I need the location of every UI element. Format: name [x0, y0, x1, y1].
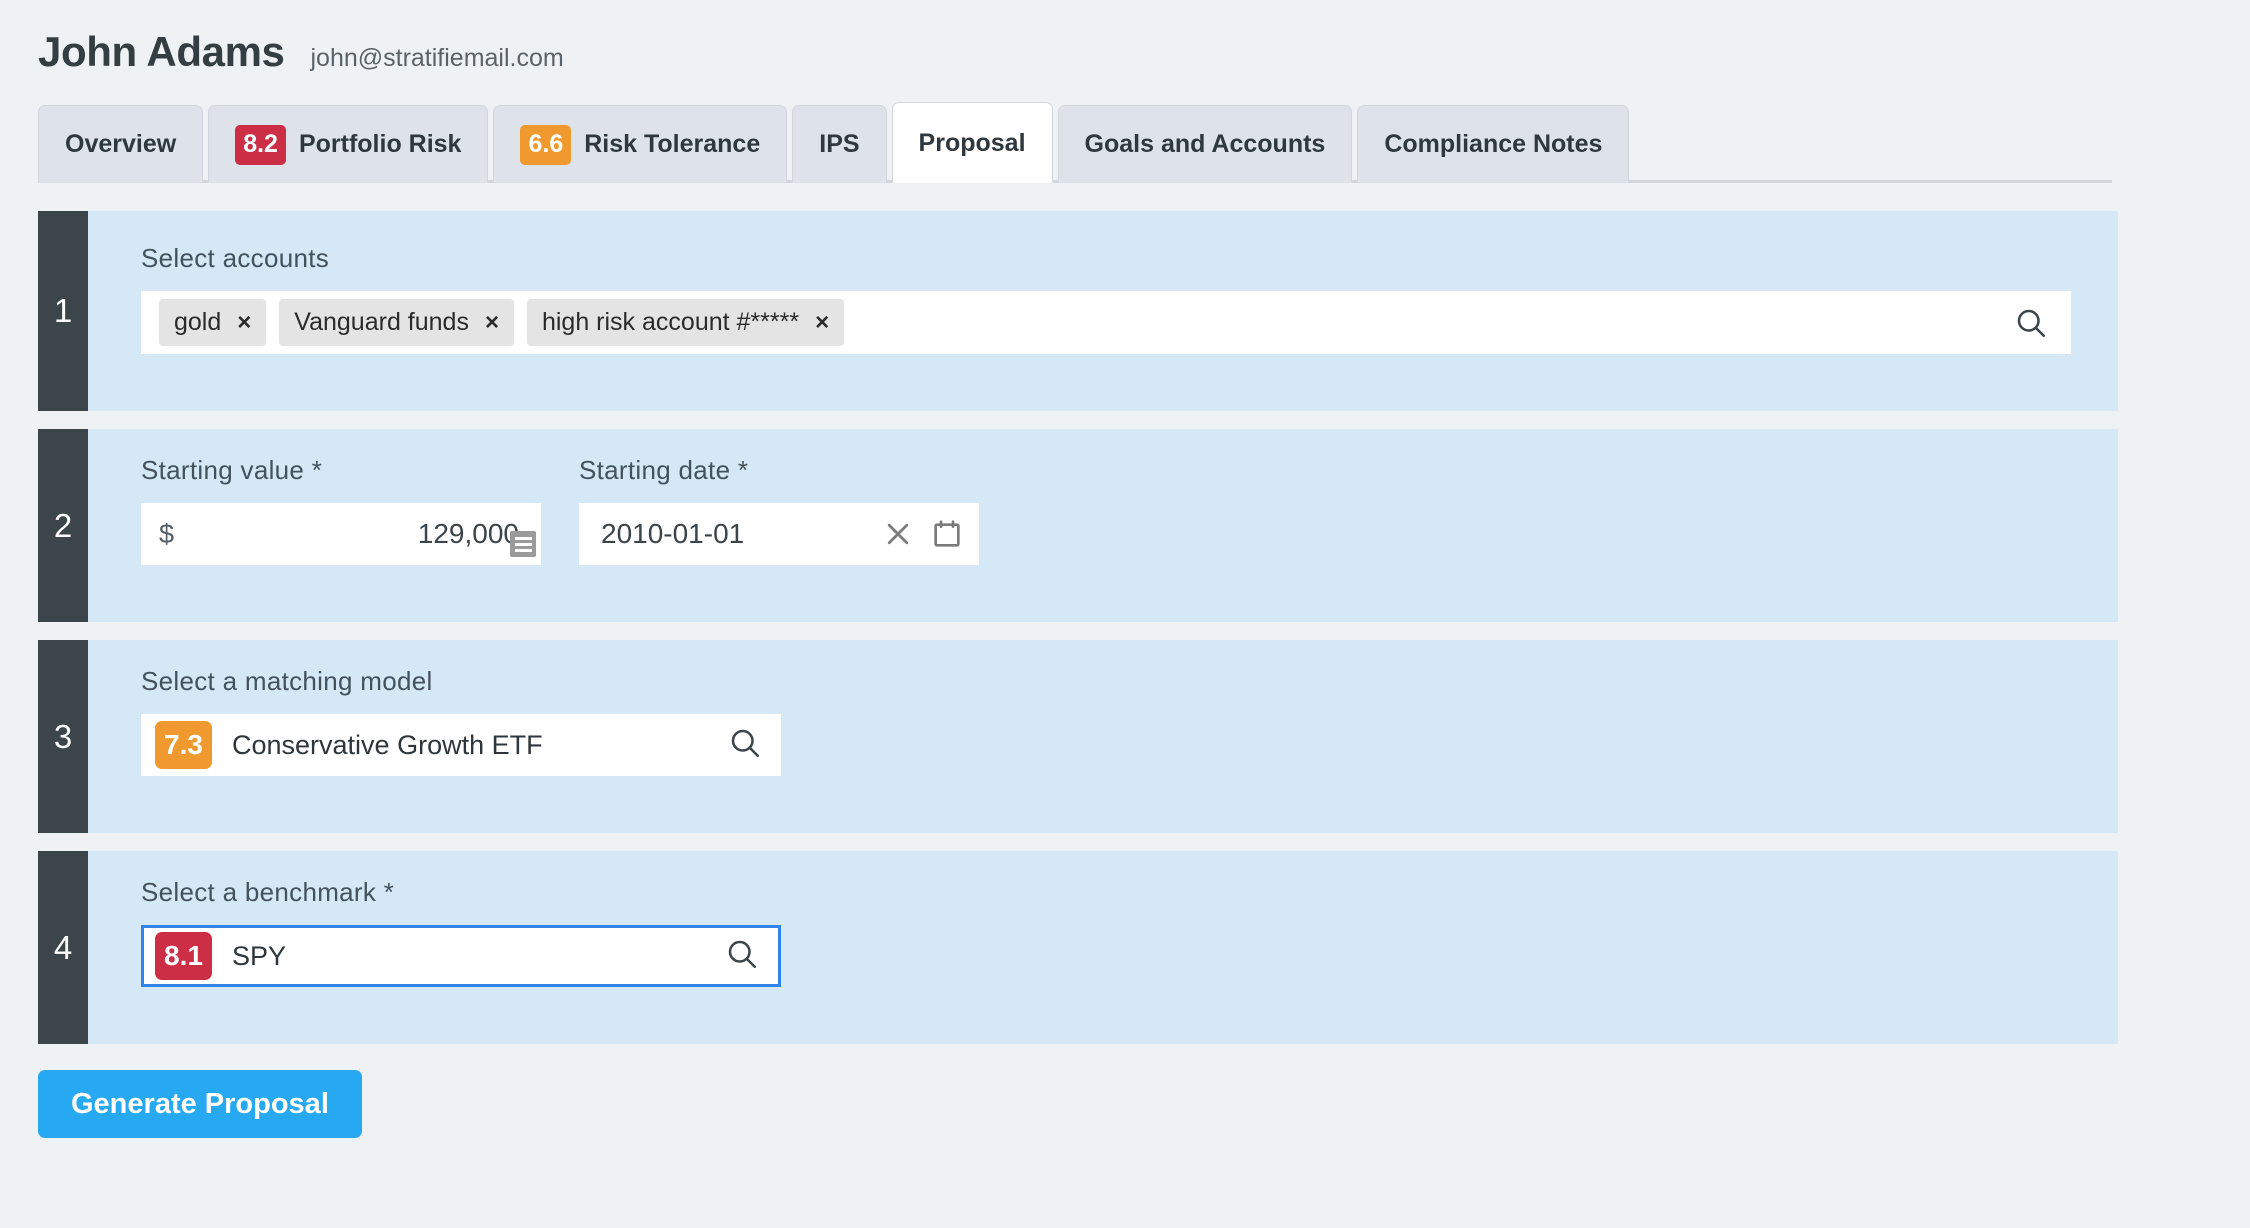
tab-goals-and-accounts[interactable]: Goals and Accounts: [1057, 105, 1353, 183]
tab-label: Risk Tolerance: [584, 130, 761, 158]
step-number: 2: [38, 429, 88, 622]
model-name-text: Conservative Growth ETF: [232, 729, 543, 760]
tab-compliance-notes[interactable]: Compliance Notes: [1357, 105, 1630, 183]
proposal-form: 1 Select accounts gold × Vanguard funds …: [0, 211, 2250, 1044]
starting-value-group: Starting value * $ 129,000: [141, 455, 541, 565]
benchmark-score-badge: 8.1: [155, 932, 212, 980]
chip-remove-icon[interactable]: ×: [485, 310, 499, 335]
tab-label: IPS: [819, 130, 860, 158]
starting-date-input[interactable]: 2010-01-01: [579, 503, 979, 565]
step-2-starting-values: 2 Starting value * $ 129,000 Starting da…: [38, 429, 2118, 622]
step-1-select-accounts: 1 Select accounts gold × Vanguard funds …: [38, 211, 2118, 411]
close-icon[interactable]: [883, 519, 913, 549]
chip-label: gold: [174, 308, 222, 336]
search-icon[interactable]: [727, 725, 763, 766]
page-title: John Adams: [38, 28, 285, 75]
step-3-select-model: 3 Select a matching model 7.3 Conservati…: [38, 640, 2118, 833]
currency-symbol: $: [159, 518, 175, 549]
accounts-multiselect-input[interactable]: gold × Vanguard funds × high risk accoun…: [141, 291, 2071, 354]
model-picker-input[interactable]: 7.3 Conservative Growth ETF: [141, 714, 781, 776]
account-chip[interactable]: gold ×: [159, 299, 267, 346]
tab-proposal[interactable]: Proposal: [891, 102, 1053, 183]
calendar-icon[interactable]: [931, 518, 963, 550]
tab-ips[interactable]: IPS: [792, 105, 887, 183]
step-number: 1: [38, 211, 88, 411]
benchmark-picker-input[interactable]: 8.1 SPY: [141, 925, 781, 987]
search-icon[interactable]: [724, 936, 760, 977]
benchmark-name-text: SPY: [232, 940, 287, 971]
step-number: 4: [38, 851, 88, 1044]
tab-overview[interactable]: Overview: [38, 105, 204, 183]
model-score-badge: 7.3: [155, 721, 212, 769]
search-icon[interactable]: [2013, 305, 2049, 341]
starting-date-label: Starting date *: [579, 455, 749, 485]
tab-label: Goals and Accounts: [1084, 130, 1326, 158]
starting-value-label: Starting value *: [141, 455, 323, 485]
starting-date-text: 2010-01-01: [601, 518, 745, 549]
chip-remove-icon[interactable]: ×: [815, 310, 829, 335]
starting-value-text: 129,000: [417, 518, 519, 549]
chip-remove-icon[interactable]: ×: [237, 310, 251, 335]
tab-label: Overview: [65, 130, 177, 158]
client-email: john@stratifiemail.com: [310, 44, 564, 72]
starting-value-input[interactable]: $ 129,000: [141, 503, 541, 565]
generate-proposal-button[interactable]: Generate Proposal: [38, 1070, 362, 1138]
form-actions: Generate Proposal: [38, 1070, 2250, 1138]
select-accounts-label: Select accounts: [141, 243, 330, 273]
chip-label: high risk account #*****: [541, 308, 800, 336]
account-chip[interactable]: high risk account #***** ×: [526, 299, 845, 346]
tab-bar: Overview 8.2 Portfolio Risk 6.6 Risk Tol…: [38, 102, 2112, 183]
tab-portfolio-risk[interactable]: 8.2 Portfolio Risk: [208, 105, 489, 183]
tab-label: Compliance Notes: [1384, 130, 1603, 158]
select-model-label: Select a matching model: [141, 666, 433, 696]
account-chip[interactable]: Vanguard funds ×: [279, 299, 514, 346]
tab-score-badge: 8.2: [235, 124, 286, 165]
select-benchmark-label: Select a benchmark *: [141, 877, 395, 907]
step-number: 3: [38, 640, 88, 833]
tab-risk-tolerance[interactable]: 6.6 Risk Tolerance: [493, 105, 788, 183]
chip-label: Vanguard funds: [294, 308, 469, 336]
step-4-select-benchmark: 4 Select a benchmark * 8.1 SPY: [38, 851, 2118, 1044]
client-header: John Adams john@stratifiemail.com: [0, 0, 2250, 76]
tab-score-badge: 6.6: [520, 124, 572, 165]
tab-label: Proposal: [918, 128, 1026, 157]
starting-date-group: Starting date * 2010-01-01: [579, 455, 979, 565]
resize-grip-icon[interactable]: [510, 531, 536, 557]
tab-label: Portfolio Risk: [298, 130, 462, 158]
